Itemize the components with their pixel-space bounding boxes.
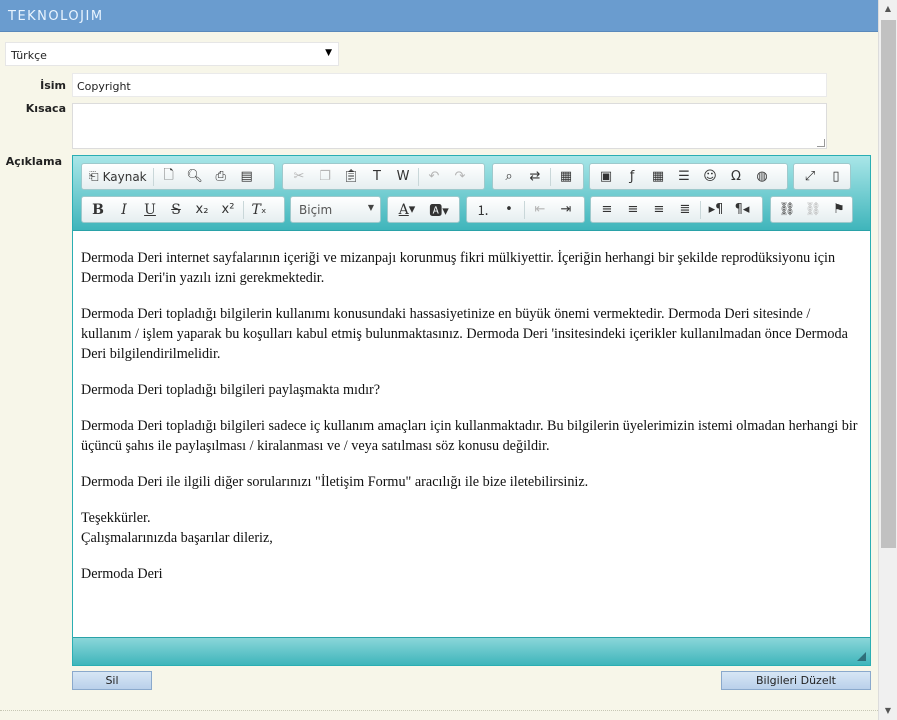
rtl-icon[interactable]: ¶◂ <box>729 199 755 221</box>
justify-icon[interactable]: ≣ <box>672 199 698 221</box>
alignment-group: ≡ ≡ ≡ ≣ ▸¶ ¶◂ <box>590 196 763 223</box>
align-right-icon[interactable]: ≡ <box>646 199 672 221</box>
app-logo: TEKNOLOJIM <box>8 9 104 24</box>
bg-color-icon[interactable]: 🅰︎▾ <box>423 199 455 221</box>
undo-icon[interactable]: ↶ <box>421 166 447 188</box>
link-icon[interactable]: ⛓ <box>774 199 800 221</box>
bold-icon[interactable]: B <box>85 199 111 221</box>
app-header: TEKNOLOJIM <box>0 0 878 32</box>
align-left-icon[interactable]: ≡ <box>594 199 620 221</box>
underline-icon[interactable]: U <box>137 199 163 221</box>
cut-icon[interactable]: ✂ <box>286 166 312 188</box>
numbered-list-icon[interactable]: ⒈ <box>470 199 496 221</box>
flash-icon[interactable]: ƒ <box>619 166 645 188</box>
outdent-icon[interactable]: ⇤ <box>527 199 553 221</box>
language-select[interactable]: Türkçe ▼ <box>5 42 339 66</box>
thanks-line: Teşekkürler. <box>81 510 151 526</box>
strike-icon[interactable]: S <box>163 199 189 221</box>
source-icon: ⎗ <box>89 169 99 183</box>
table-icon[interactable]: ▦ <box>645 166 671 188</box>
new-page-icon[interactable]: 🗋 <box>156 166 182 188</box>
update-info-button[interactable]: Bilgileri Düzelt <box>721 671 871 690</box>
content-paragraph: Dermoda Deri internet sayfalarının içeri… <box>81 250 836 286</box>
bulleted-list-icon[interactable]: • <box>496 199 522 221</box>
insert-group: ▣ ƒ ▦ ☰ ☺ Ω ◍ <box>589 163 788 190</box>
format-combo[interactable]: Biçim ▼ <box>290 196 381 223</box>
page-scrollbar[interactable]: ▲ ▼ <box>878 0 897 720</box>
chevron-down-icon: ▼ <box>325 48 332 58</box>
name-input[interactable]: Copyright <box>72 73 827 97</box>
basic-styles-group: B I U S x₂ x² Tₓ <box>81 196 285 223</box>
content-paragraph: Dermoda Deri <box>81 566 163 582</box>
delete-button[interactable]: Sil <box>72 671 152 690</box>
divider <box>0 710 878 711</box>
scroll-up-arrow-icon[interactable]: ▲ <box>879 0 897 18</box>
source-label: Kaynak <box>102 169 147 184</box>
horizontal-rule-icon[interactable]: ☰ <box>671 166 697 188</box>
find-group: ⌕ ⇄ ▦ <box>492 163 584 190</box>
document-group: ⎗ Kaynak 🗋 🔍︎ ⎙ ▤ <box>81 163 275 190</box>
editor-content[interactable]: Dermoda Deri internet sayfalarının içeri… <box>73 231 870 637</box>
align-center-icon[interactable]: ≡ <box>620 199 646 221</box>
copy-icon[interactable]: ❐ <box>312 166 338 188</box>
short-textarea[interactable] <box>72 103 827 149</box>
editor-toolbar: ⎗ Kaynak 🗋 🔍︎ ⎙ ▤ ✂ ❐ 📋︎ T W ↶ ↷ ⌕ ⇄ ▦ ▣… <box>73 156 870 231</box>
smiley-icon[interactable]: ☺ <box>697 166 723 188</box>
short-label: Kısaca <box>25 102 66 115</box>
redo-icon[interactable]: ↷ <box>447 166 473 188</box>
content-paragraph: Teşekkürler. Çalışmalarınızda başarılar … <box>81 508 862 548</box>
italic-icon[interactable]: I <box>111 199 137 221</box>
clipboard-group: ✂ ❐ 📋︎ T W ↶ ↷ <box>282 163 485 190</box>
maximize-icon[interactable]: ⤢ <box>797 166 823 188</box>
colors-group: A ▾ 🅰︎▾ <box>387 196 460 223</box>
special-char-icon[interactable]: Ω <box>723 166 749 188</box>
subscript-icon[interactable]: x₂ <box>189 199 215 221</box>
scroll-down-arrow-icon[interactable]: ▼ <box>879 702 897 720</box>
remove-format-icon[interactable]: Tₓ <box>246 199 272 221</box>
editor-statusbar <box>73 637 870 665</box>
superscript-icon[interactable]: x² <box>215 199 241 221</box>
link-group: ⛓ ⛓ ⚑ <box>770 196 853 223</box>
chevron-down-icon: ▼ <box>367 203 374 212</box>
wishes-line: Çalışmalarınızda başarılar dileriz, <box>81 530 273 546</box>
view-group: ⤢ ▯ <box>793 163 851 190</box>
indent-icon[interactable]: ⇥ <box>553 199 579 221</box>
text-color-icon[interactable]: A ▾ <box>391 199 423 221</box>
list-indent-group: ⒈ • ⇤ ⇥ <box>466 196 585 223</box>
language-selected-value: Türkçe <box>11 49 47 62</box>
replace-icon[interactable]: ⇄ <box>522 166 548 188</box>
print-icon[interactable]: ⎙ <box>208 166 234 188</box>
content-paragraph: Dermoda Deri topladığı bilgilerin kullan… <box>81 306 848 362</box>
anchor-flag-icon[interactable]: ⚑ <box>826 199 852 221</box>
ltr-icon[interactable]: ▸¶ <box>703 199 729 221</box>
resize-grip-icon[interactable] <box>817 139 825 147</box>
name-label: İsim <box>40 79 66 92</box>
templates-icon[interactable]: ▤ <box>234 166 260 188</box>
resize-handle-icon[interactable] <box>857 652 866 661</box>
description-label: Açıklama <box>5 155 62 168</box>
content-paragraph: Dermoda Deri ile ilgili diğer sorularını… <box>81 474 589 490</box>
show-blocks-icon[interactable]: ▯ <box>823 166 849 188</box>
preview-icon[interactable]: 🔍︎ <box>182 166 208 188</box>
paste-text-icon[interactable]: T <box>364 166 390 188</box>
scroll-thumb[interactable] <box>881 20 896 548</box>
paste-icon[interactable]: 📋︎ <box>338 166 364 188</box>
rich-text-editor: ⎗ Kaynak 🗋 🔍︎ ⎙ ▤ ✂ ❐ 📋︎ T W ↶ ↷ ⌕ ⇄ ▦ ▣… <box>72 155 871 666</box>
format-label: Biçim <box>299 203 333 217</box>
content-paragraph: Dermoda Deri topladığı bilgileri paylaşm… <box>81 382 381 398</box>
find-icon[interactable]: ⌕ <box>496 166 522 188</box>
select-all-icon[interactable]: ▦ <box>553 166 579 188</box>
content-paragraph: Dermoda Deri topladığı bilgileri sadece … <box>81 418 858 454</box>
image-icon[interactable]: ▣ <box>593 166 619 188</box>
source-button[interactable]: ⎗ Kaynak <box>85 166 151 188</box>
paste-word-icon[interactable]: W <box>390 166 416 188</box>
unlink-icon[interactable]: ⛓ <box>800 199 826 221</box>
iframe-icon[interactable]: ◍ <box>749 166 775 188</box>
